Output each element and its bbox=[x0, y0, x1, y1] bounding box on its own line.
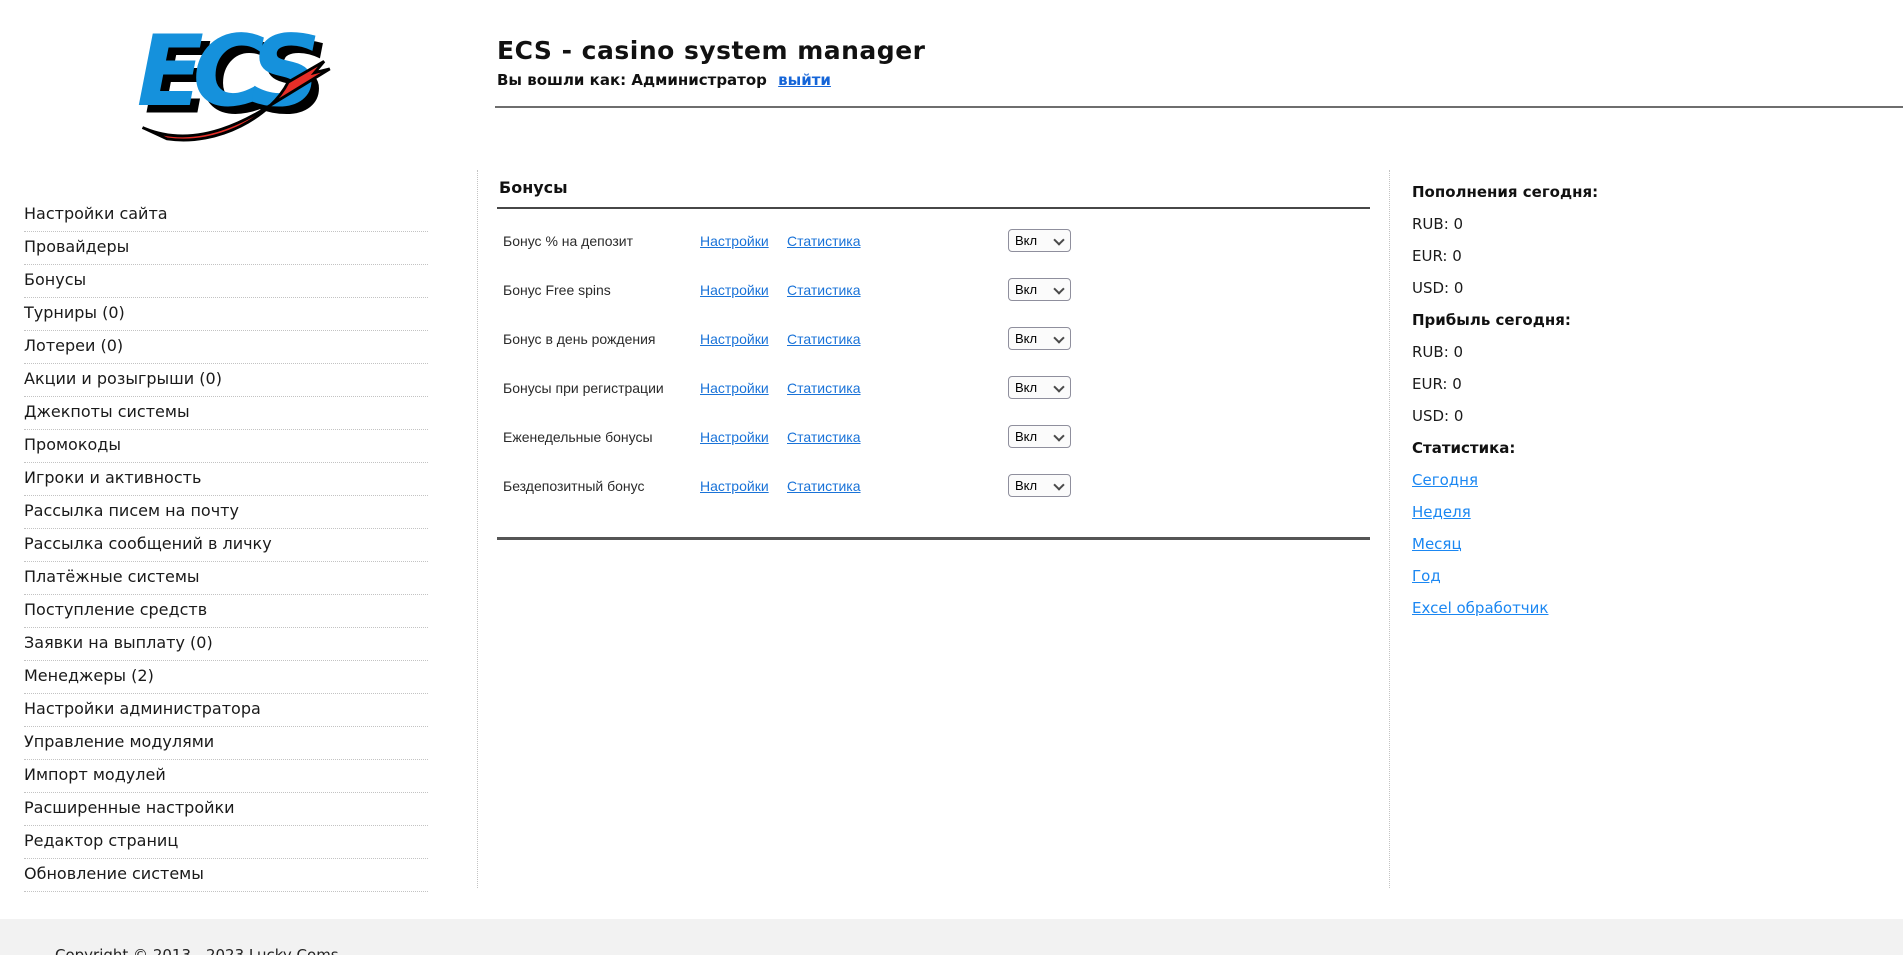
bonus-state-select[interactable]: Вкл bbox=[1008, 229, 1071, 252]
sidebar-item-bonuses[interactable]: Бонусы bbox=[24, 265, 428, 298]
bonus-rows: Бонус % на депозит Настройки Статистика … bbox=[497, 216, 1370, 510]
bonus-state-select-wrap: Вкл bbox=[1008, 474, 1071, 497]
bonuses-section: Бонусы Бонус % на депозит Настройки Стат… bbox=[497, 178, 1370, 540]
statistics-header: Статистика: bbox=[1412, 439, 1742, 458]
sidebar-item-promocodes[interactable]: Промокоды bbox=[24, 430, 428, 463]
sidebar-item-site-settings[interactable]: Настройки сайта bbox=[24, 199, 428, 232]
stats-link-year[interactable]: Год bbox=[1412, 567, 1441, 586]
header: ECS - casino system manager Вы вошли как… bbox=[497, 36, 925, 89]
section-title: Бонусы bbox=[499, 178, 1370, 197]
login-status: Вы вошли как: Администратор выйти bbox=[497, 71, 925, 89]
bonus-settings-link[interactable]: Настройки bbox=[700, 380, 787, 396]
bonus-settings-link[interactable]: Настройки bbox=[700, 282, 787, 298]
bonus-label: Еженедельные бонусы bbox=[497, 429, 700, 445]
ecs-logo-image: ECS ECS bbox=[128, 14, 348, 154]
bonus-state-select[interactable]: Вкл bbox=[1008, 278, 1071, 301]
bonus-state-select[interactable]: Вкл bbox=[1008, 376, 1071, 399]
content-left-divider bbox=[477, 170, 478, 888]
sidebar-item-pm-mailing[interactable]: Рассылка сообщений в личку bbox=[24, 529, 428, 562]
sidebar-item-payout-requests[interactable]: Заявки на выплату (0) bbox=[24, 628, 428, 661]
bonus-state-select-wrap: Вкл bbox=[1008, 425, 1071, 448]
sidebar-item-system-update[interactable]: Обновление системы bbox=[24, 859, 428, 892]
bonus-statistics-link[interactable]: Статистика bbox=[787, 380, 1008, 396]
bonus-state-select-wrap: Вкл bbox=[1008, 327, 1071, 350]
section-bottom-rule bbox=[497, 537, 1370, 540]
bonus-statistics-link[interactable]: Статистика bbox=[787, 429, 1008, 445]
sidebar-item-module-import[interactable]: Импорт модулей bbox=[24, 760, 428, 793]
footer: Copyright © 2013 - 2023 Lucky Coms bbox=[0, 919, 1903, 955]
bonus-state-select[interactable]: Вкл bbox=[1008, 425, 1071, 448]
bonus-row-no-deposit: Бездепозитный бонус Настройки Статистика… bbox=[497, 461, 1370, 510]
sidebar-item-payment-systems[interactable]: Платёжные системы bbox=[24, 562, 428, 595]
sidebar-item-email-mailing[interactable]: Рассылка писем на почту bbox=[24, 496, 428, 529]
deposits-rub: RUB: 0 bbox=[1412, 215, 1742, 234]
bonus-label: Бонус в день рождения bbox=[497, 331, 700, 347]
bonus-statistics-link[interactable]: Статистика bbox=[787, 331, 1008, 347]
stats-link-week[interactable]: Неделя bbox=[1412, 503, 1471, 522]
stats-panel: Пополнения сегодня: RUB: 0 EUR: 0 USD: 0… bbox=[1412, 183, 1742, 631]
login-label: Вы вошли как: Администратор bbox=[497, 71, 767, 89]
deposits-today-header: Пополнения сегодня: bbox=[1412, 183, 1742, 202]
sidebar-item-module-management[interactable]: Управление модулями bbox=[24, 727, 428, 760]
bonus-label: Бонусы при регистрации bbox=[497, 380, 700, 396]
bonus-settings-link[interactable]: Настройки bbox=[700, 429, 787, 445]
profit-usd: USD: 0 bbox=[1412, 407, 1742, 426]
deposits-eur: EUR: 0 bbox=[1412, 247, 1742, 266]
bonus-state-select-wrap: Вкл bbox=[1008, 229, 1071, 252]
bonus-row-registration: Бонусы при регистрации Настройки Статист… bbox=[497, 363, 1370, 412]
bonus-row-birthday: Бонус в день рождения Настройки Статисти… bbox=[497, 314, 1370, 363]
sidebar-item-jackpots[interactable]: Джекпоты системы bbox=[24, 397, 428, 430]
sidebar-item-incoming-funds[interactable]: Поступление средств bbox=[24, 595, 428, 628]
sidebar-item-managers[interactable]: Менеджеры (2) bbox=[24, 661, 428, 694]
sidebar-item-promotions[interactable]: Акции и розыгрыши (0) bbox=[24, 364, 428, 397]
svg-text:ECS: ECS bbox=[137, 15, 316, 129]
sidebar-item-lotteries[interactable]: Лотереи (0) bbox=[24, 331, 428, 364]
stats-link-excel[interactable]: Excel обработчик bbox=[1412, 599, 1548, 618]
copyright-text: Copyright © 2013 - 2023 Lucky Coms bbox=[0, 919, 1903, 955]
profit-eur: EUR: 0 bbox=[1412, 375, 1742, 394]
sidebar-item-admin-settings[interactable]: Настройки администратора bbox=[24, 694, 428, 727]
sidebar: Настройки сайта Провайдеры Бонусы Турнир… bbox=[24, 199, 428, 892]
sidebar-item-providers[interactable]: Провайдеры bbox=[24, 232, 428, 265]
bonus-state-select-wrap: Вкл bbox=[1008, 376, 1071, 399]
bonus-state-select-wrap: Вкл bbox=[1008, 278, 1071, 301]
bonus-settings-link[interactable]: Настройки bbox=[700, 331, 787, 347]
profit-rub: RUB: 0 bbox=[1412, 343, 1742, 362]
bonus-row-deposit-percent: Бонус % на депозит Настройки Статистика … bbox=[497, 216, 1370, 265]
page: ECS ECS ECS - casino system manager Вы в… bbox=[0, 0, 1903, 955]
ecs-logo: ECS ECS bbox=[128, 14, 348, 154]
bonus-settings-link[interactable]: Настройки bbox=[700, 478, 787, 494]
bonus-label: Бонус % на депозит bbox=[497, 233, 700, 249]
bonus-statistics-link[interactable]: Статистика bbox=[787, 478, 1008, 494]
section-top-rule bbox=[497, 207, 1370, 209]
bonus-row-free-spins: Бонус Free spins Настройки Статистика Вк… bbox=[497, 265, 1370, 314]
logout-link[interactable]: выйти bbox=[778, 71, 831, 89]
stats-link-month[interactable]: Месяц bbox=[1412, 535, 1462, 554]
stats-link-today[interactable]: Сегодня bbox=[1412, 471, 1478, 490]
bonus-state-select[interactable]: Вкл bbox=[1008, 327, 1071, 350]
sidebar-item-advanced-settings[interactable]: Расширенные настройки bbox=[24, 793, 428, 826]
content-right-divider bbox=[1389, 170, 1390, 888]
bonus-statistics-link[interactable]: Статистика bbox=[787, 282, 1008, 298]
bonus-settings-link[interactable]: Настройки bbox=[700, 233, 787, 249]
sidebar-item-tournaments[interactable]: Турниры (0) bbox=[24, 298, 428, 331]
page-title: ECS - casino system manager bbox=[497, 36, 925, 65]
bonus-label: Бездепозитный бонус bbox=[497, 478, 700, 494]
profit-today-header: Прибыль сегодня: bbox=[1412, 311, 1742, 330]
deposits-usd: USD: 0 bbox=[1412, 279, 1742, 298]
sidebar-item-players[interactable]: Игроки и активность bbox=[24, 463, 428, 496]
bonus-label: Бонус Free spins bbox=[497, 282, 700, 298]
bonus-state-select[interactable]: Вкл bbox=[1008, 474, 1071, 497]
bonus-statistics-link[interactable]: Статистика bbox=[787, 233, 1008, 249]
sidebar-item-page-editor[interactable]: Редактор страниц bbox=[24, 826, 428, 859]
bonus-row-weekly: Еженедельные бонусы Настройки Статистика… bbox=[497, 412, 1370, 461]
header-divider bbox=[495, 106, 1903, 108]
